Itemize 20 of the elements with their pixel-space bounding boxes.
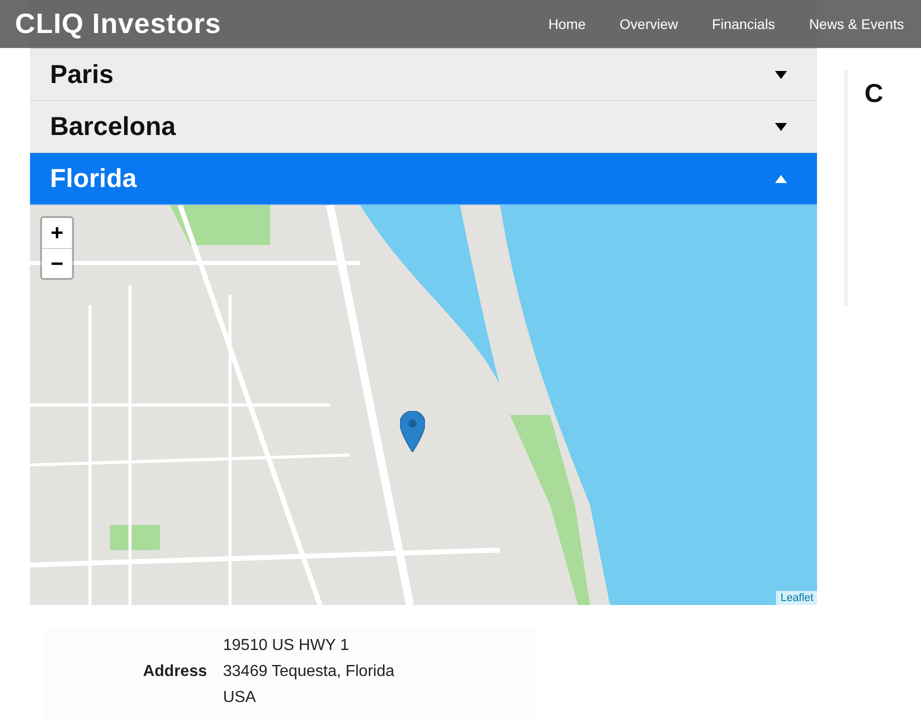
nav-link[interactable]: Financials: [695, 16, 792, 32]
nav-link[interactable]: News & Events: [792, 16, 921, 32]
zoom-in-button[interactable]: +: [42, 218, 72, 248]
accordion-header[interactable]: Paris: [30, 49, 818, 101]
nav-link[interactable]: Home: [531, 16, 603, 32]
nav-link[interactable]: Overview: [602, 16, 696, 32]
address-line: 19510 US HWY 1: [223, 636, 350, 656]
accordion-header[interactable]: Florida: [30, 153, 818, 205]
card-title: C: [864, 78, 884, 108]
address-label: Address: [142, 663, 207, 681]
site-logo[interactable]: CLIQ Investors: [15, 8, 222, 40]
caret-down-icon: [775, 122, 788, 130]
map-pin-icon[interactable]: [400, 411, 425, 452]
accordion-header[interactable]: Barcelona: [30, 101, 818, 153]
zoom-out-button[interactable]: −: [42, 248, 72, 278]
attribution-link[interactable]: Leaflet: [776, 591, 818, 605]
address-line: 33469 Tequesta, Florida: [223, 662, 394, 682]
caret-down-icon: [775, 70, 788, 78]
caret-up-icon: [775, 174, 788, 182]
address-line: USA: [223, 688, 257, 708]
